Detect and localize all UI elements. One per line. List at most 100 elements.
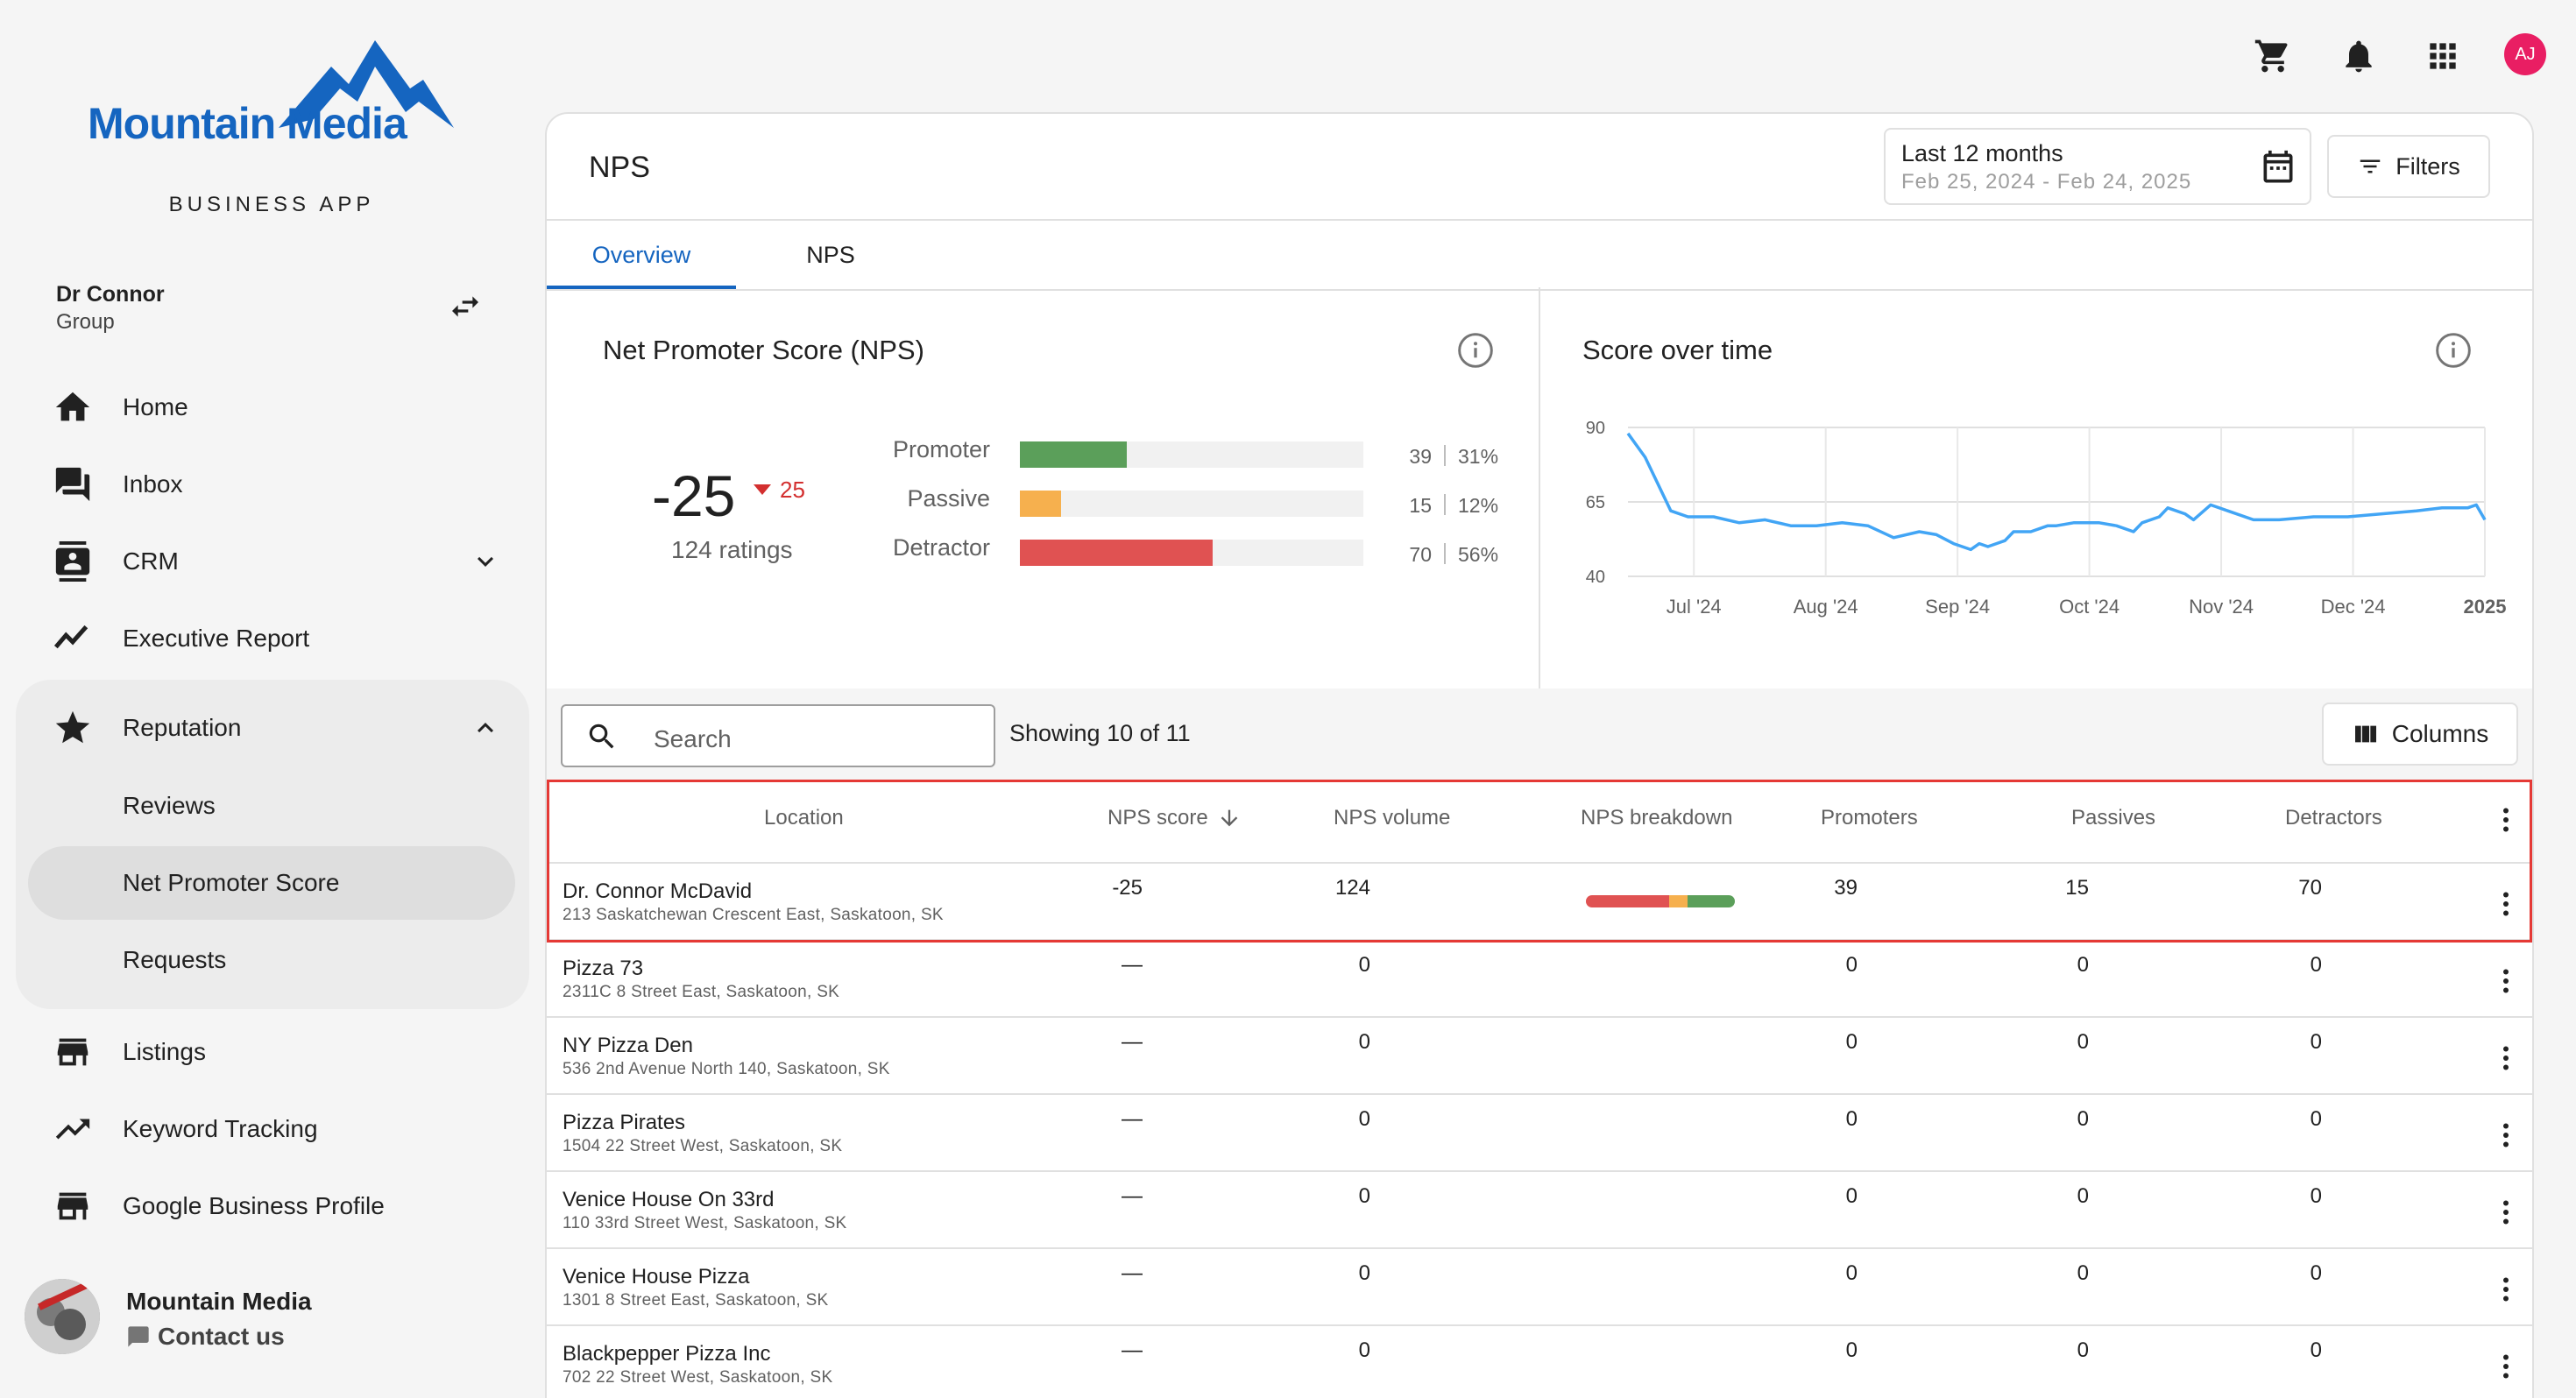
more-vert-icon[interactable] <box>2490 965 2522 997</box>
sidebar-item-google-business-profile[interactable]: Google Business Profile <box>0 1176 543 1237</box>
more-vert-icon[interactable] <box>2490 1197 2522 1228</box>
passives-cell: 0 <box>2077 953 2089 977</box>
calendar-icon[interactable] <box>2259 149 2297 187</box>
breakdown-separator <box>1444 494 1446 515</box>
nps-volume-cell: 0 <box>1358 1107 1370 1131</box>
x-tick-label: Nov '24 <box>2189 596 2254 618</box>
showing-count: Showing 10 of 11 <box>1009 720 1191 746</box>
sidebar: Mountain Media BUSINESS APP Dr Connor Gr… <box>0 0 543 1398</box>
tab-nps[interactable]: NPS <box>736 222 925 287</box>
tabs-divider <box>547 289 2532 291</box>
location-name[interactable]: NY Pizza Den <box>563 1034 693 1058</box>
sidebar-item-reviews[interactable]: Reviews <box>123 792 216 820</box>
nps-delta-value: 25 <box>780 477 805 503</box>
series-line <box>1626 432 2487 552</box>
x-tick-label: Sep '24 <box>1925 596 1990 618</box>
info-icon[interactable] <box>2434 331 2473 370</box>
storefront-icon <box>57 1038 88 1066</box>
nps-volume-cell: 0 <box>1358 1338 1370 1362</box>
forum-icon <box>55 467 90 502</box>
search-icon <box>589 724 614 749</box>
detractors-cell: 0 <box>2310 1261 2322 1285</box>
brand-name: Mountain Media <box>88 99 407 148</box>
sidebar-item-label: Listings <box>123 1038 206 1065</box>
filters-label: Filters <box>2396 152 2460 180</box>
passives-cell: 0 <box>2077 1030 2089 1054</box>
sidebar-item-net-promoter-score[interactable]: Net Promoter Score <box>123 869 339 897</box>
table-row[interactable]: Pizza 73 2311C 8 Street East, Saskatoon,… <box>547 939 2532 1016</box>
apps-icon[interactable] <box>2424 37 2462 75</box>
table-row[interactable]: Pizza Pirates 1504 22 Street West, Saska… <box>547 1093 2532 1170</box>
location-name[interactable]: Pizza 73 <box>563 957 643 981</box>
table-row[interactable]: NY Pizza Den 536 2nd Avenue North 140, S… <box>547 1016 2532 1093</box>
location-name[interactable]: Venice House On 33rd <box>563 1188 775 1212</box>
location-address: 1301 8 Street East, Saskatoon, SK <box>563 1291 829 1310</box>
chevron-down-icon[interactable] <box>470 546 501 577</box>
sidebar-item-label: Home <box>123 393 188 420</box>
panel-divider <box>1539 287 1540 694</box>
table-row[interactable]: Venice House Pizza 1301 8 Street East, S… <box>547 1247 2532 1324</box>
filters-button[interactable]: Filters <box>2327 135 2490 198</box>
contact-us-label: Contact us <box>158 1323 285 1350</box>
sidebar-item-listings[interactable]: Listings <box>0 1021 543 1083</box>
x-tick-label: Oct '24 <box>2059 596 2120 618</box>
account-name: Dr Connor <box>56 282 165 307</box>
search-input[interactable]: Search <box>561 704 995 767</box>
score-over-time-chart: 90 65 40 Jul '24 Aug '24 Sep '24 Oct '24 Nov '2… <box>1586 419 2507 618</box>
breakdown-percent: 56% <box>1458 543 1499 566</box>
filter-list-icon <box>2360 159 2381 173</box>
y-tick-label: 40 <box>1586 568 1605 587</box>
location-address: 536 2nd Avenue North 140, Saskatoon, SK <box>563 1060 890 1078</box>
x-tick-label: Dec '24 <box>2321 596 2386 618</box>
breakdown-bar-fill <box>1020 491 1061 517</box>
sidebar-item-requests[interactable]: Requests <box>123 946 226 974</box>
breakdown-label: Detractor <box>892 534 990 561</box>
sidebar-item-keyword-tracking[interactable]: Keyword Tracking <box>0 1098 543 1160</box>
highlighted-row-outline <box>547 780 2532 943</box>
more-vert-icon[interactable] <box>2490 1274 2522 1305</box>
sidebar-item-crm[interactable]: CRM <box>0 531 543 592</box>
promoters-cell: 0 <box>1845 1184 1858 1208</box>
contact-us-link[interactable]: Contact us <box>126 1323 285 1351</box>
page-title: NPS <box>589 151 650 184</box>
location-name[interactable]: Blackpepper Pizza Inc <box>563 1342 770 1366</box>
home-icon <box>55 392 90 421</box>
table-row[interactable]: Venice House On 33rd 110 33rd Street Wes… <box>547 1170 2532 1247</box>
table-row[interactable]: Blackpepper Pizza Inc 702 22 Street West… <box>547 1324 2532 1398</box>
user-avatar[interactable]: AJ <box>2504 33 2546 75</box>
more-vert-icon[interactable] <box>2490 1119 2522 1151</box>
nps-delta: 25 <box>754 477 805 504</box>
nps-score-cell: — <box>1122 1338 1143 1362</box>
notifications-icon[interactable] <box>2339 37 2378 75</box>
swap-icon[interactable] <box>443 289 487 324</box>
sidebar-item-label: Google Business Profile <box>123 1192 385 1219</box>
breakdown-bar-fill <box>1020 441 1127 468</box>
chart-panel-title: Score over time <box>1582 335 1773 365</box>
sidebar-item-home[interactable]: Home <box>0 377 543 438</box>
nps-card: NPS Last 12 months Feb 25, 2024 - Feb 24… <box>545 112 2534 1398</box>
sidebar-item-inbox[interactable]: Inbox <box>0 454 543 515</box>
columns-button[interactable]: Columns <box>2322 703 2518 766</box>
nps-score-cell: — <box>1122 1261 1143 1285</box>
breakdown-separator <box>1444 445 1446 466</box>
chevron-up-icon[interactable] <box>470 712 501 744</box>
trending-line-icon <box>53 625 88 649</box>
brand-subtitle: BUSINESS APP <box>168 193 375 216</box>
tab-overview[interactable]: Overview <box>547 222 736 287</box>
header-divider <box>547 219 2532 221</box>
info-icon[interactable] <box>1456 331 1495 370</box>
location-name[interactable]: Pizza Pirates <box>563 1111 685 1135</box>
date-range-picker[interactable]: Last 12 months Feb 25, 2024 - Feb 24, 20… <box>1884 128 2311 205</box>
nps-score-cell: — <box>1122 1030 1143 1054</box>
sidebar-item-label: Reputation <box>123 714 242 741</box>
partner-avatar[interactable] <box>25 1279 100 1354</box>
detractors-cell: 0 <box>2310 1338 2322 1362</box>
nps-score-cell: — <box>1122 1184 1143 1208</box>
sidebar-item-executive-report[interactable]: Executive Report <box>0 608 543 669</box>
more-vert-icon[interactable] <box>2490 1351 2522 1382</box>
location-name[interactable]: Venice House Pizza <box>563 1265 749 1289</box>
sidebar-item-reputation[interactable]: Reputation <box>0 697 543 759</box>
detractors-cell: 0 <box>2310 1107 2322 1131</box>
more-vert-icon[interactable] <box>2490 1042 2522 1074</box>
cart-icon[interactable] <box>2254 37 2292 75</box>
